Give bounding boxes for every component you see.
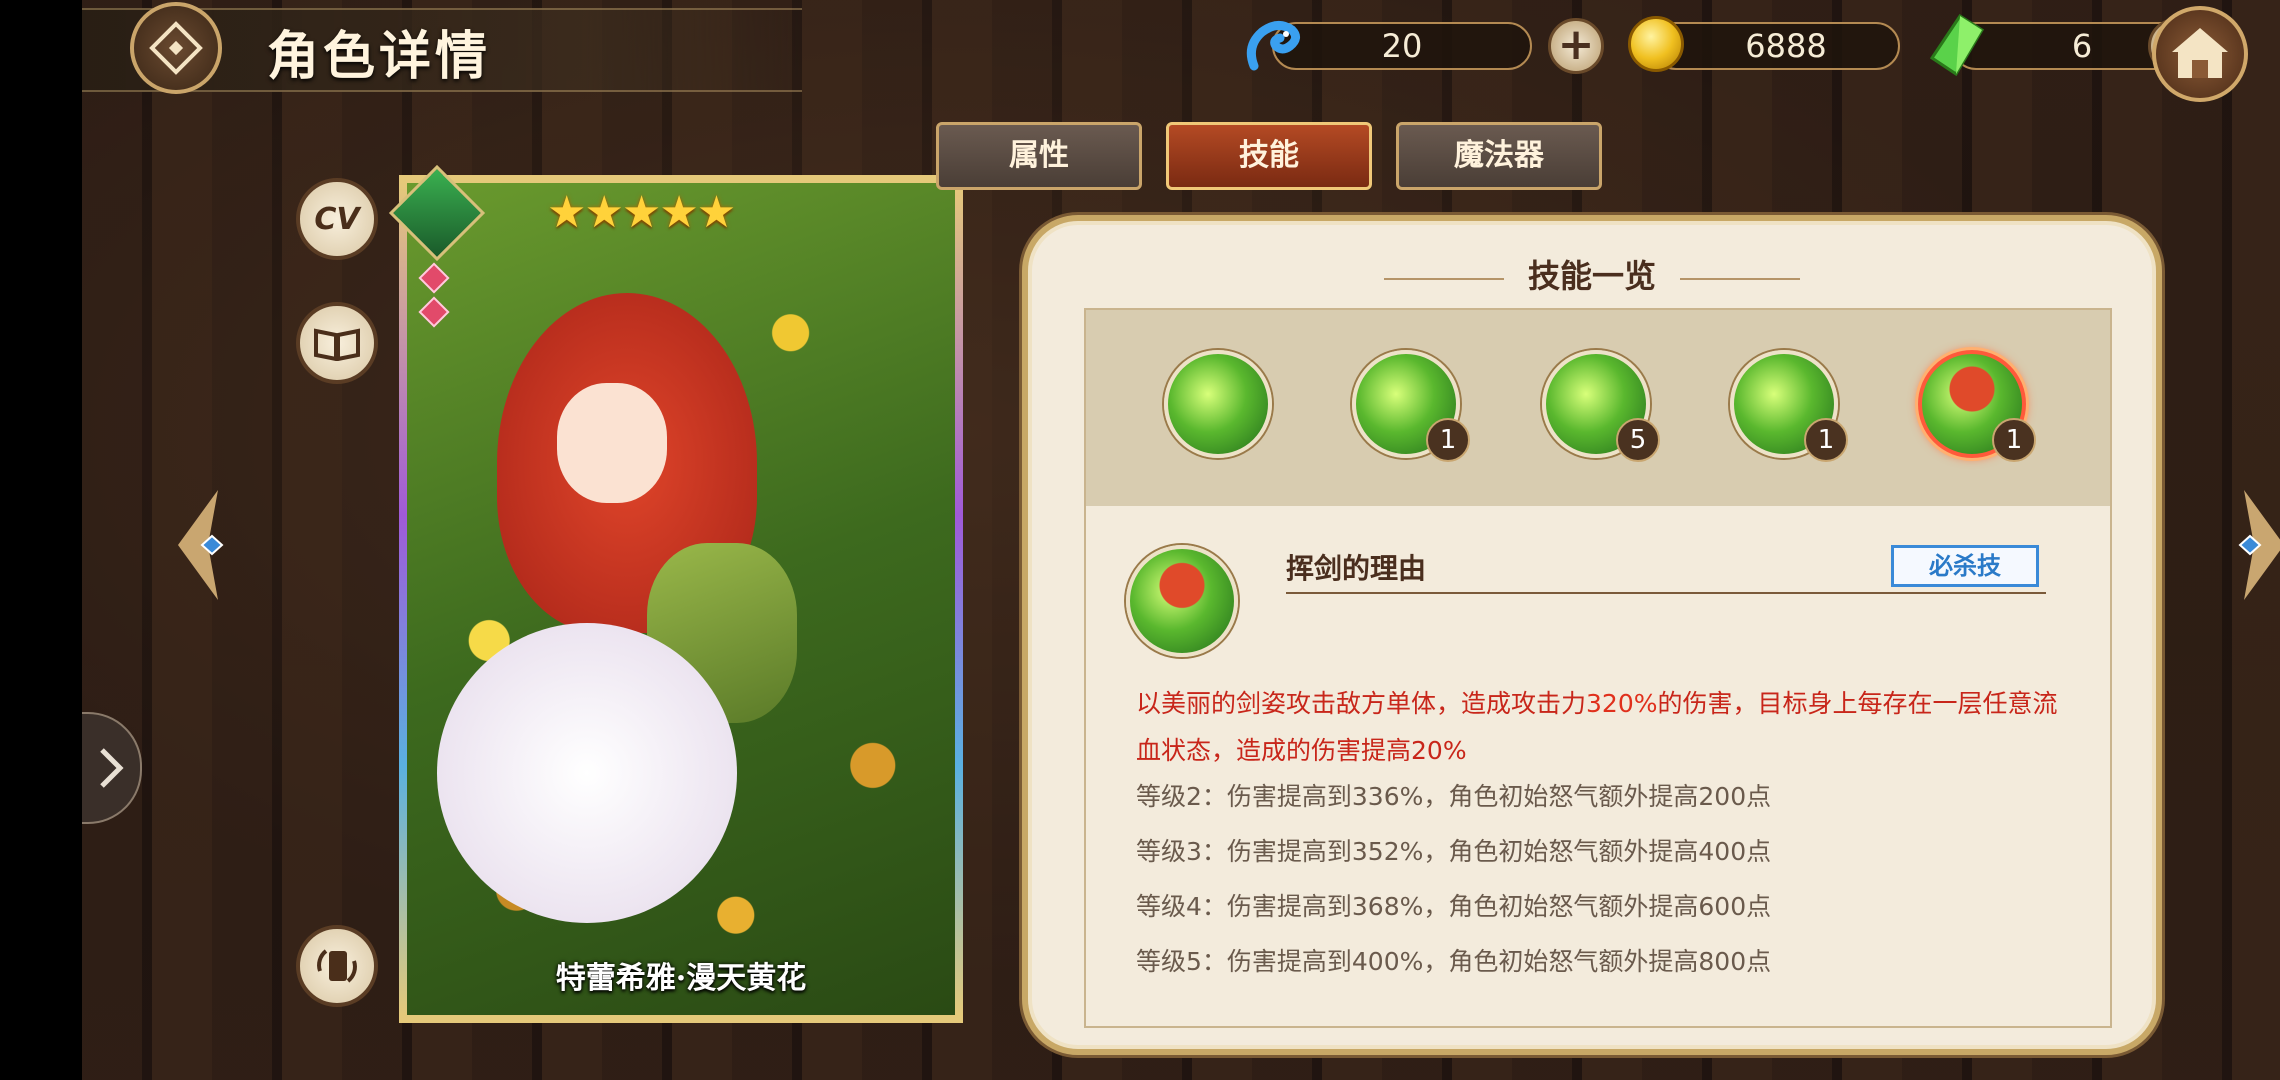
game-background: 角色详情 20 + 6888 6 + CV	[82, 0, 2280, 1080]
resource-gold-box: 6888	[1652, 22, 1900, 70]
skill-content: 1 5 1 1 挥剑的理由 必杀技 以美丽的剑姿攻击敌方单体，造成攻击力320%…	[1084, 308, 2112, 1028]
level-3-effect: 等级3：伤害提高到352%，角色初始怒气额外提高400点	[1136, 837, 1772, 866]
sword-light-skill-icon[interactable]	[1164, 350, 1272, 458]
star-rating: ★★★★★	[547, 187, 736, 238]
skill-level-badge: 1	[1426, 418, 1470, 462]
green-beam-skill-icon[interactable]: 5	[1542, 350, 1660, 462]
tab-magic-items[interactable]: 魔法器	[1396, 122, 1602, 190]
portrait-sword-skill-icon[interactable]: 1	[1918, 350, 2036, 462]
level-4-effect: 等级4：伤害提高到368%，角色初始怒气额外提高600点	[1136, 892, 1772, 921]
next-character-arrow-icon[interactable]	[2224, 490, 2280, 600]
resource-gold-value: 6888	[1745, 27, 1827, 65]
resource-dragon-value: 20	[1381, 27, 1423, 65]
character-art	[407, 183, 955, 1015]
blade-slash-skill-icon[interactable]: 1	[1730, 350, 1848, 462]
rotate-icon	[317, 949, 357, 983]
gold-coin-icon	[1628, 16, 1684, 72]
skill-list: 1 5 1 1	[1086, 310, 2110, 506]
selected-skill-icon	[1126, 545, 1238, 657]
page-title: 角色详情	[267, 26, 492, 87]
skill-level-badge: 1	[1992, 418, 2036, 462]
panel-title: 技能一览	[1028, 251, 2156, 297]
tab-attributes[interactable]: 属性	[936, 122, 1142, 190]
divider	[1286, 592, 2046, 594]
open-book-icon	[314, 328, 360, 361]
back-diamond-icon	[149, 21, 203, 75]
back-button[interactable]	[130, 2, 222, 94]
skill-level-badge: 5	[1616, 418, 1660, 462]
chevron-right-icon	[100, 748, 124, 788]
rotate-card-button[interactable]	[296, 925, 378, 1007]
skill-panel: 技能一览 1 5 1 1 挥剑的理由 必杀技 以美丽的剑姿攻击敌方单体，造成攻击…	[1022, 215, 2162, 1055]
gem-slots	[418, 262, 450, 335]
ultimate-tag: 必杀技	[1891, 545, 2039, 587]
cv-button[interactable]: CV	[296, 178, 378, 260]
green-crystal-icon	[1929, 14, 1985, 76]
prev-character-arrow-icon[interactable]	[178, 490, 238, 600]
red-gem-icon	[418, 262, 450, 294]
side-drawer-toggle[interactable]	[82, 712, 142, 824]
skill-description: 以美丽的剑姿攻击敌方单体，造成攻击力320%的伤害，目标身上每存在一层任意流血状…	[1136, 689, 2058, 765]
resource-dragon-box: 20	[1272, 22, 1532, 70]
red-gem-icon	[418, 296, 450, 328]
skill-name: 挥剑的理由	[1286, 552, 1427, 585]
star-burst-skill-icon[interactable]: 1	[1352, 350, 1470, 462]
level-2-effect: 等级2：伤害提高到336%，角色初始怒气额外提高200点	[1136, 782, 1772, 811]
level-5-effect: 等级5：伤害提高到400%，角色初始怒气额外提高800点	[1136, 947, 1772, 976]
home-button[interactable]	[2152, 6, 2248, 102]
cv-label: CV	[314, 201, 360, 237]
character-name: 特蕾希雅·漫天黄花	[555, 961, 807, 996]
story-book-button[interactable]	[296, 302, 378, 384]
character-card[interactable]: ★★★★★ 特蕾希雅·漫天黄花	[388, 164, 963, 1023]
skill-level-badge: 1	[1804, 418, 1848, 462]
add-dragon-button[interactable]: +	[1548, 18, 1604, 74]
home-icon	[2172, 28, 2228, 78]
blue-dragon-icon	[1246, 21, 1300, 71]
tab-skills[interactable]: 技能	[1166, 122, 1372, 190]
